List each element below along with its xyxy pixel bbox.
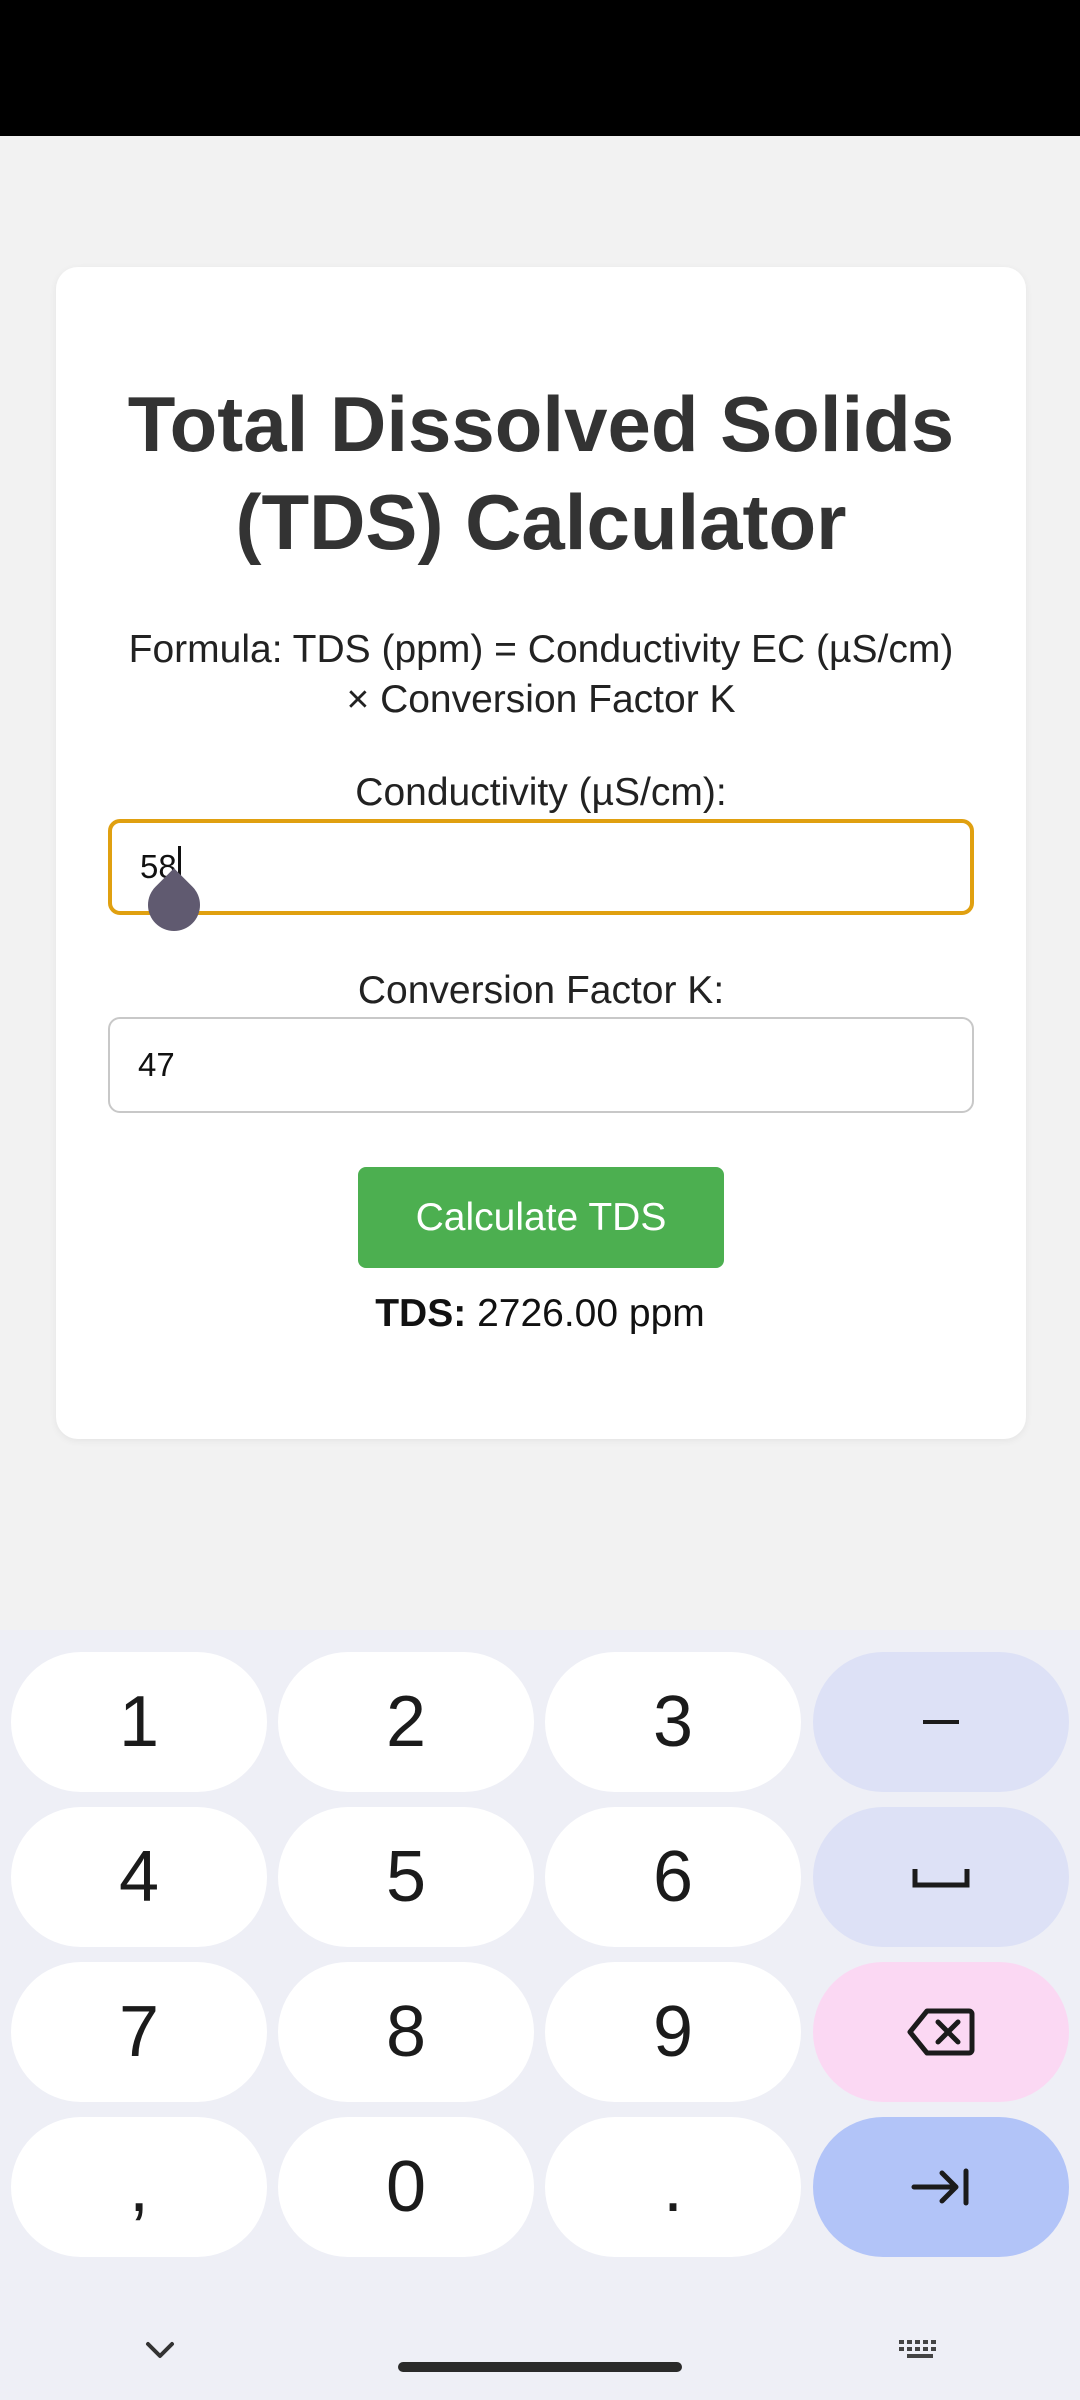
tds-result: TDS: 2726.00 ppm xyxy=(0,1292,1080,1336)
keyboard-icon[interactable] xyxy=(890,2330,950,2370)
factor-label: Conversion Factor K: xyxy=(357,969,725,1012)
conductivity-input[interactable]: 58 xyxy=(108,819,974,915)
formula-text: Formula: TDS (ppm) = Conductivity EC (µS… xyxy=(128,628,954,721)
tab-next-icon xyxy=(910,2167,972,2207)
key-5[interactable]: 5 xyxy=(278,1807,534,1947)
factor-value: 47 xyxy=(138,1046,175,1083)
backspace-key[interactable] xyxy=(813,1962,1069,2102)
conductivity-label: Conductivity (µS/cm): xyxy=(355,771,727,814)
tab-next-key[interactable] xyxy=(813,2117,1069,2257)
chevron-down-icon[interactable] xyxy=(130,2330,190,2370)
status-bar xyxy=(0,0,1080,136)
numeric-keyboard: 1 2 3 4 5 6 7 8 9 , 0 . xyxy=(0,1630,1080,2400)
key-9[interactable]: 9 xyxy=(545,1962,801,2102)
factor-input[interactable]: 47 xyxy=(108,1017,974,1113)
space-icon xyxy=(911,1865,971,1889)
tds-result-value: 2726.00 ppm xyxy=(477,1292,705,1335)
page-title: Total Dissolved Solids (TDS) Calculator xyxy=(127,380,955,566)
key-6[interactable]: 6 xyxy=(545,1807,801,1947)
home-indicator[interactable] xyxy=(398,2362,682,2372)
key-period[interactable]: . xyxy=(545,2117,801,2257)
key-7[interactable]: 7 xyxy=(11,1962,267,2102)
key-3[interactable]: 3 xyxy=(545,1652,801,1792)
key-8[interactable]: 8 xyxy=(278,1962,534,2102)
calculator-card: Total Dissolved Solids (TDS) Calculator … xyxy=(56,267,1026,1439)
key-1[interactable]: 1 xyxy=(11,1652,267,1792)
key-comma[interactable]: , xyxy=(11,2117,267,2257)
tds-result-label: TDS: xyxy=(375,1292,467,1335)
space-key[interactable] xyxy=(813,1807,1069,1947)
key-4[interactable]: 4 xyxy=(11,1807,267,1947)
backspace-icon xyxy=(907,2007,975,2057)
key-2[interactable]: 2 xyxy=(278,1652,534,1792)
minus-icon xyxy=(921,1719,961,1725)
calculate-button[interactable]: Calculate TDS xyxy=(358,1167,724,1268)
minus-key[interactable] xyxy=(813,1652,1069,1792)
key-0[interactable]: 0 xyxy=(278,2117,534,2257)
